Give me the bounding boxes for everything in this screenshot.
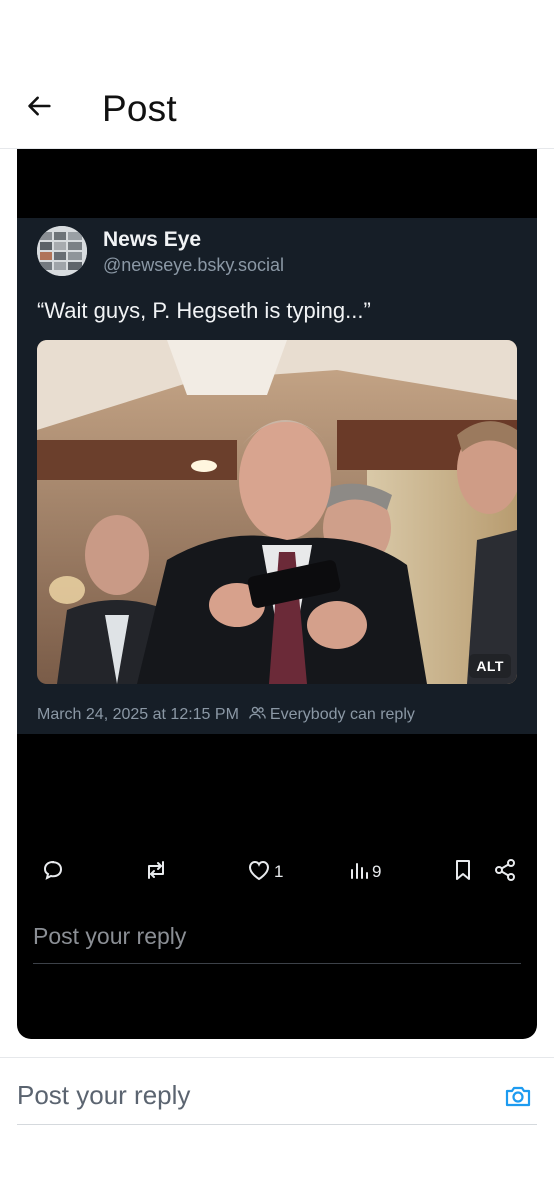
like-button[interactable]: 1 [247, 855, 283, 889]
alt-badge[interactable]: ALT [469, 654, 511, 678]
reply-input[interactable]: Post your reply [17, 1080, 537, 1125]
bookmark-icon [453, 858, 473, 887]
camera-icon [504, 1083, 532, 1114]
arrow-left-icon [26, 92, 54, 125]
camera-button[interactable] [502, 1082, 534, 1114]
post-media-card[interactable]: News Eye @newseye.bsky.social “Wait guys… [17, 149, 537, 1039]
action-bar: 1 9 [17, 855, 537, 891]
avatar[interactable] [37, 226, 87, 276]
post-text: “Wait guys, P. Hegseth is typing...” [37, 298, 371, 323]
share-icon [493, 858, 517, 887]
reply-button[interactable] [41, 855, 65, 889]
heart-icon [247, 859, 271, 886]
reply-permission: Everybody can reply [249, 705, 415, 725]
author-handle[interactable]: @newseye.bsky.social [103, 255, 284, 276]
post-timestamp[interactable]: March 24, 2025 at 12:15 PM [37, 706, 239, 724]
speech-bubble-icon [41, 858, 65, 887]
bar-chart-icon [349, 860, 369, 885]
page-title: Post [102, 88, 177, 129]
reply-composer-bar: Post your reply [0, 1057, 554, 1201]
inner-reply-input[interactable]: Post your reply [33, 923, 521, 964]
repost-icon [143, 858, 169, 887]
author-name[interactable]: News Eye [103, 228, 201, 252]
quoted-post[interactable]: News Eye @newseye.bsky.social “Wait guys… [17, 218, 537, 734]
share-button[interactable] [493, 855, 517, 889]
post-meta: March 24, 2025 at 12:15 PM Everybody can… [37, 705, 415, 725]
like-count: 1 [274, 862, 284, 881]
people-icon [249, 705, 270, 725]
post-image[interactable]: ALT [37, 340, 517, 684]
bookmark-button[interactable] [453, 855, 473, 889]
reply-permission-label: Everybody can reply [269, 706, 415, 723]
top-app-bar: Post [0, 0, 554, 149]
back-button[interactable] [22, 90, 58, 126]
views-count: 9 [372, 862, 382, 881]
views-button[interactable]: 9 [349, 855, 381, 889]
repost-button[interactable] [143, 855, 169, 889]
